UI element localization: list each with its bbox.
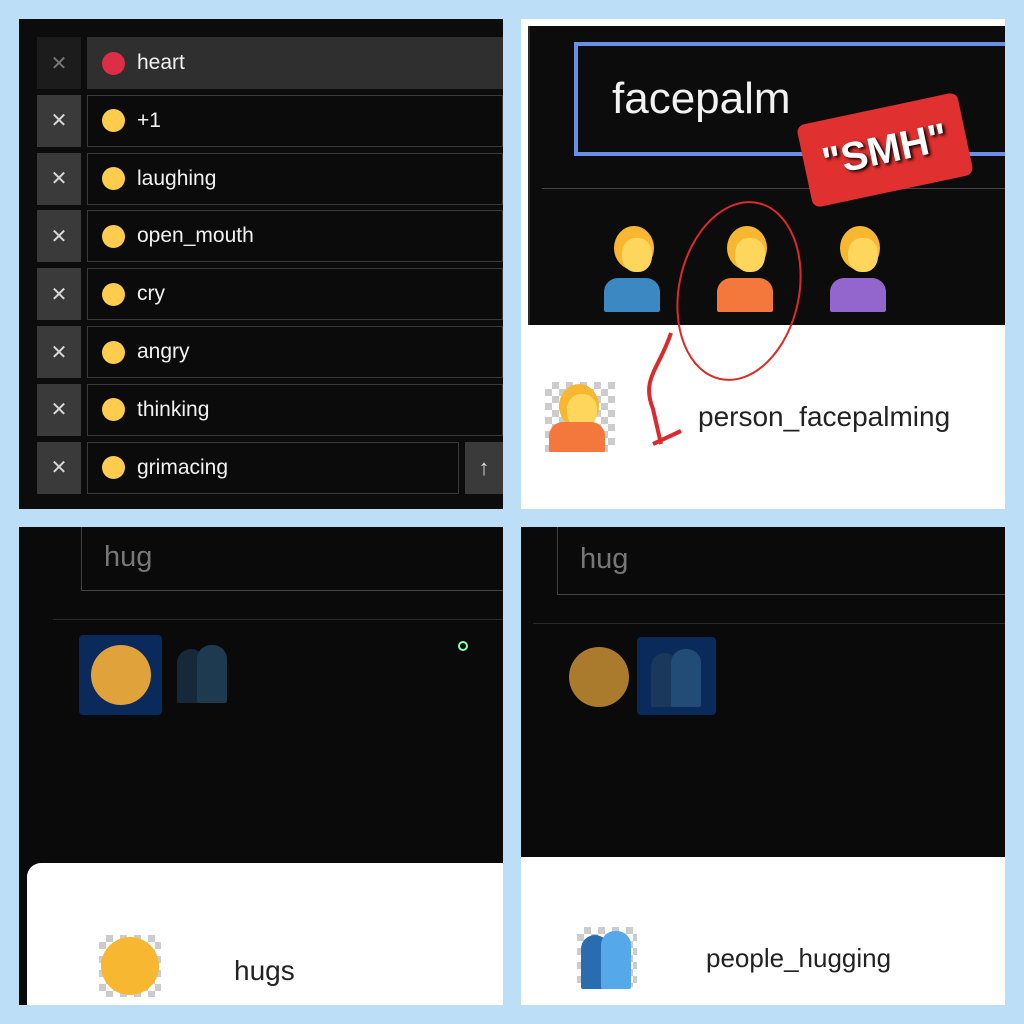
heart-icon	[102, 51, 125, 75]
move-up-button[interactable]: ↑	[465, 441, 503, 494]
hug-search-panel-hugs: hug hugs	[19, 527, 503, 1005]
selected-emoji-name: person_facepalming	[698, 401, 951, 432]
emoji-name: thinking	[137, 397, 210, 421]
remove-button[interactable]: ✕	[37, 37, 81, 89]
close-icon: ✕	[50, 399, 68, 422]
thumbs-up-icon	[102, 109, 125, 133]
emoji-list-item: ✕ heart	[37, 37, 503, 89]
emoji-name: grimacing	[137, 455, 229, 479]
search-input[interactable]: hug	[81, 527, 503, 591]
selected-emoji-name: hugs	[234, 955, 295, 986]
emoji-name: open_mouth	[137, 224, 254, 248]
emoji-list-item: ✕ open_mouth	[37, 210, 503, 263]
search-value: hug	[580, 542, 629, 575]
remove-button[interactable]: ✕	[37, 383, 81, 436]
emoji-result-people-hugging-selected[interactable]	[637, 637, 716, 715]
emoji-name: laughing	[137, 166, 217, 190]
close-icon: ✕	[50, 457, 68, 480]
emoji-name: +1	[137, 108, 161, 132]
emoji-name: cry	[137, 282, 165, 306]
emoji-result-hugs[interactable]	[569, 647, 629, 707]
laughing-face-icon	[102, 167, 125, 191]
search-value: hug	[104, 540, 153, 573]
open-mouth-face-icon	[102, 224, 125, 248]
search-input[interactable]: hug	[557, 527, 1005, 595]
emoji-list-item: ✕ angry	[37, 326, 503, 378]
close-icon: ✕	[50, 52, 68, 75]
emoji-list-item: ✕ grimacing ↑	[37, 441, 503, 494]
emoji-reaction-list-panel: ✕ heart ✕ +1 ✕ laughing ✕ open_mouth ✕ c…	[19, 19, 503, 509]
facepalm-search-panel: facepalm person_facepalming	[521, 19, 1005, 509]
emoji-list-item: ✕ +1	[37, 94, 503, 147]
emoji-field[interactable]: laughing	[87, 152, 503, 205]
emoji-field[interactable]: angry	[87, 326, 503, 378]
close-icon: ✕	[50, 168, 68, 191]
close-icon: ✕	[50, 283, 68, 306]
remove-button[interactable]: ✕	[37, 268, 81, 321]
remove-button[interactable]: ✕	[37, 94, 81, 147]
angry-face-icon	[102, 340, 125, 364]
selected-emoji-preview	[99, 935, 161, 997]
close-icon: ✕	[50, 110, 68, 133]
selected-emoji-preview	[545, 382, 615, 452]
emoji-list-item: ✕ thinking	[37, 383, 503, 436]
remove-button[interactable]: ✕	[37, 441, 81, 494]
selected-emoji-name: people_hugging	[706, 943, 892, 973]
emoji-result-people-hugging[interactable]	[173, 641, 231, 703]
emoji-result-hugs-selected[interactable]	[79, 635, 162, 715]
emoji-list-item: ✕ cry	[37, 268, 503, 321]
remove-button[interactable]: ✕	[37, 210, 81, 263]
hug-search-panel-people-hugging: hug people_hugging	[521, 527, 1005, 1005]
emoji-list-item: ✕ laughing	[37, 152, 503, 205]
emoji-field[interactable]: +1	[87, 94, 503, 147]
arrow-up-icon: ↑	[478, 454, 490, 480]
emoji-name: heart	[137, 51, 185, 74]
crying-face-icon	[102, 282, 125, 306]
emoji-field[interactable]: thinking	[87, 383, 503, 436]
selected-emoji-preview	[577, 927, 637, 989]
grimacing-face-icon	[102, 456, 125, 480]
remove-button[interactable]: ✕	[37, 326, 81, 378]
thinking-face-icon	[102, 398, 125, 422]
emoji-field[interactable]: cry	[87, 268, 503, 321]
close-icon: ✕	[50, 225, 68, 248]
emoji-field[interactable]: heart	[87, 37, 503, 89]
close-icon: ✕	[50, 341, 68, 364]
loading-indicator-icon	[458, 641, 468, 651]
emoji-name: angry	[137, 340, 190, 363]
emoji-field[interactable]: open_mouth	[87, 210, 503, 263]
remove-button[interactable]: ✕	[37, 152, 81, 205]
emoji-field[interactable]: grimacing	[87, 441, 459, 494]
selected-emoji-card: hugs	[27, 863, 503, 1005]
selected-emoji-card: people_hugging	[521, 857, 1005, 1005]
